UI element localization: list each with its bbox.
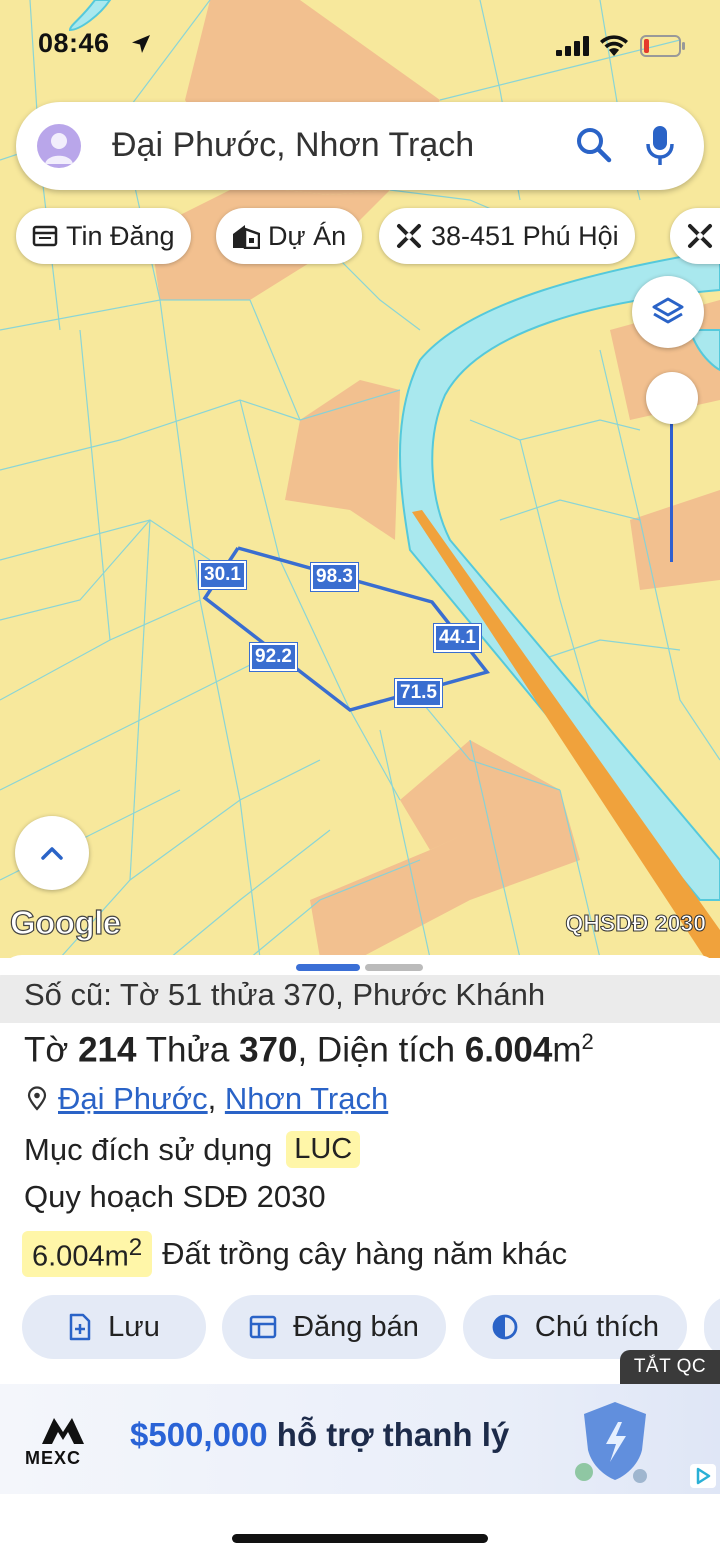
post-for-sale-button[interactable]: Đăng bán: [222, 1295, 446, 1359]
parcel-info-sheet[interactable]: Số cũ: Tờ 51 thửa 370, Phước Khánh Tờ 21…: [0, 955, 720, 1383]
opacity-slider-track[interactable]: [670, 400, 673, 562]
building-icon: [233, 225, 260, 249]
area-unit-sup: 2: [581, 1029, 594, 1054]
ward-link[interactable]: Đại Phước: [58, 1081, 208, 1117]
area-unit: m: [552, 1030, 582, 1070]
chip-label: Dự Án: [268, 220, 347, 251]
ad-banner[interactable]: MEXC $500,000 hỗ trợ thanh lý: [0, 1384, 720, 1494]
dimension-label: 30.1: [199, 561, 246, 589]
plan-area-row: 6.004m2 Đất trồng cây hàng năm khác: [22, 1231, 567, 1277]
filter-chips: Tin Đăng Dự Án 38-451 Phú Hội: [0, 208, 720, 266]
save-label: Lưu: [108, 1310, 160, 1343]
add-file-icon: [69, 1313, 91, 1341]
home-bar-area: [0, 1494, 720, 1558]
post-label: Đăng bán: [293, 1310, 419, 1343]
google-logo: Google: [9, 903, 121, 941]
chevron-up-icon: [41, 847, 63, 860]
chip-label: Tin Đăng: [66, 220, 175, 251]
area-value: 6.004: [464, 1030, 553, 1070]
land-use-purpose: Mục đích sử dụng LUC: [24, 1131, 361, 1168]
search-bar[interactable]: Đại Phước, Nhơn Trạch: [16, 102, 704, 190]
dimension-label: 92.2: [250, 643, 297, 671]
action-buttons: Lưu Đăng bán Chú thích: [0, 1295, 720, 1361]
dimension-label: 44.1: [434, 624, 481, 652]
ad-brand: MEXC: [25, 1448, 82, 1468]
shield-icon: [575, 1402, 647, 1483]
user-avatar-icon: [45, 133, 73, 164]
chip-label: 38-451 Phú Hội: [431, 220, 619, 251]
layer-badge: QHSDĐ 2030: [565, 910, 707, 937]
plot-number: 370: [239, 1030, 298, 1070]
listing-icon: [249, 1315, 277, 1339]
dimension-label: 98.3: [311, 563, 358, 591]
adchoices-icon[interactable]: [690, 1464, 716, 1488]
search-icon[interactable]: [574, 125, 614, 165]
chip-more[interactable]: [670, 208, 720, 264]
tools-icon: [688, 224, 712, 248]
layers-button[interactable]: [632, 276, 704, 348]
battery-low-icon: [640, 35, 685, 57]
zone-area: [285, 380, 400, 540]
status-bar: 08:46: [0, 0, 720, 90]
plan-area-badge: 6.004m2: [22, 1231, 153, 1277]
close-ad-button[interactable]: TẮT QC: [620, 1350, 720, 1384]
ad-headline: $500,000 hỗ trợ thanh lý: [130, 1416, 510, 1453]
parcel-title: Tờ 214 Thửa 370, Diện tích 6.004m2: [24, 1029, 594, 1071]
plot-label: Thửa: [145, 1030, 230, 1070]
dimension-label: 71.5: [395, 679, 442, 707]
chip-planning-map[interactable]: 38-451 Phú Hội: [379, 208, 635, 264]
avatar[interactable]: [37, 124, 81, 168]
wifi-icon: [600, 35, 628, 56]
purpose-label: Mục đích sử dụng: [24, 1131, 273, 1167]
opacity-slider-thumb[interactable]: [646, 372, 698, 424]
legend-label: Chú thích: [534, 1310, 660, 1343]
sheet-handle[interactable]: [365, 964, 423, 971]
home-indicator[interactable]: [232, 1534, 488, 1543]
layers-icon: [652, 297, 684, 324]
tools-icon: [397, 224, 421, 248]
chip-du-an[interactable]: Dự Án: [216, 208, 363, 264]
search-input[interactable]: Đại Phước, Nhơn Trạch: [112, 126, 474, 165]
plan-label: Quy hoạch SDĐ 2030: [24, 1179, 326, 1214]
purpose-code-badge: LUC: [286, 1131, 361, 1168]
expand-button[interactable]: [15, 816, 89, 890]
mexc-logo: [42, 1418, 84, 1444]
zone-area: [630, 490, 720, 590]
location-arrow-icon: [132, 35, 150, 53]
sheet-label: Tờ: [24, 1030, 69, 1070]
sheet-handle-active[interactable]: [296, 964, 360, 971]
area-label: , Diện tích: [297, 1030, 456, 1070]
save-button[interactable]: Lưu: [22, 1295, 206, 1359]
plan-type: Đất trồng cây hàng năm khác: [162, 1235, 568, 1271]
chip-tin-dang[interactable]: Tin Đăng: [16, 208, 191, 264]
status-time: 08:46: [38, 28, 110, 58]
listing-icon: [32, 225, 58, 247]
district-link[interactable]: Nhơn Trạch: [225, 1081, 388, 1117]
old-parcel-info: Số cũ: Tờ 51 thửa 370, Phước Khánh: [0, 975, 720, 1023]
microphone-icon[interactable]: [644, 124, 676, 168]
sheet-number: 214: [78, 1030, 137, 1070]
cellular-signal-icon: [556, 36, 589, 56]
contrast-icon: [492, 1314, 518, 1340]
location-pin-icon: [27, 1086, 47, 1111]
parcel-location: Đại Phước, Nhơn Trạch: [24, 1081, 388, 1117]
